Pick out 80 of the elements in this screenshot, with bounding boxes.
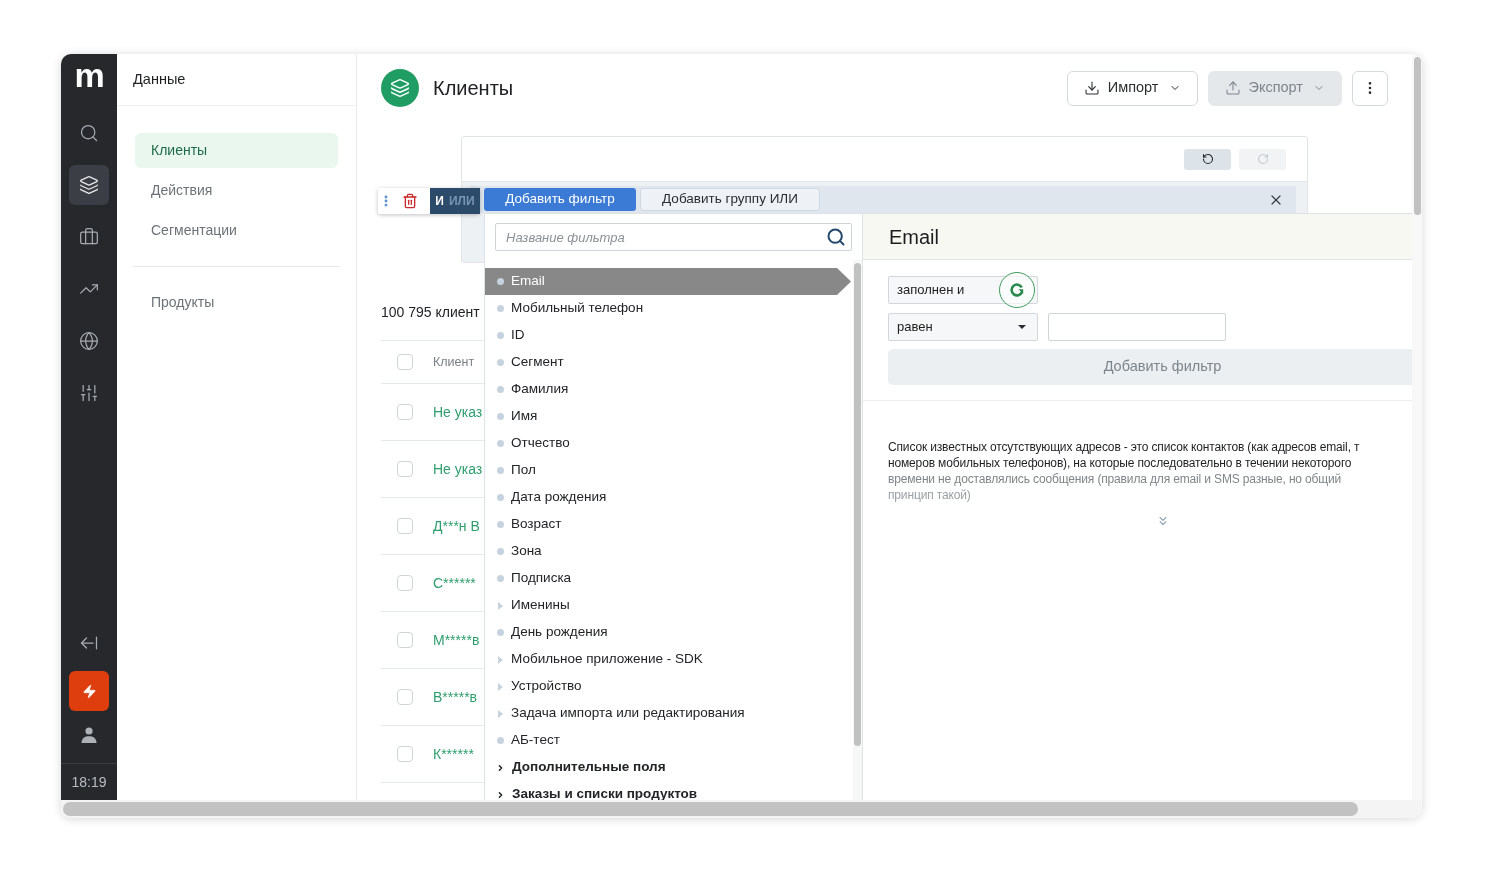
download-icon [1083, 80, 1100, 96]
filter-list-item[interactable]: Устройство [485, 673, 853, 700]
filter-list-item[interactable]: Фамилия [485, 376, 853, 403]
filter-list-item[interactable]: Подписка [485, 565, 853, 592]
globe-icon [79, 331, 99, 351]
scrollbar-thumb[interactable] [854, 263, 861, 746]
trash-icon [402, 193, 418, 209]
checkbox[interactable] [397, 354, 413, 370]
filter-list-item[interactable]: ID [485, 322, 853, 349]
filter-list-item[interactable]: Зона [485, 538, 853, 565]
layers-icon [79, 175, 99, 195]
filter-list-item[interactable]: Возраст [485, 511, 853, 538]
client-name-link[interactable]: С****** [433, 572, 476, 594]
filter-list-item[interactable]: Задача импорта или редактирования [485, 700, 853, 727]
filter-list-item[interactable]: Сегмент [485, 349, 853, 376]
nav-button[interactable] [69, 165, 109, 205]
checkbox[interactable] [397, 518, 413, 534]
column-header: Клиент [433, 353, 475, 371]
triangle-icon [498, 601, 503, 610]
filter-list-item[interactable]: Именины [485, 592, 853, 619]
sliders-icon [79, 383, 99, 403]
checkbox[interactable] [397, 404, 413, 420]
clock-time: 18:19 [71, 772, 107, 792]
lightning-icon [81, 683, 97, 699]
undo-icon [1201, 153, 1214, 165]
briefcase-icon [79, 227, 99, 247]
logic-toggle[interactable]: И ИЛИ [430, 188, 480, 214]
value-input[interactable] [1048, 313, 1226, 341]
filter-list-item[interactable]: Отчество [485, 430, 853, 457]
filter-action-button[interactable]: Добавить фильтр [484, 188, 636, 211]
checkbox[interactable] [397, 575, 413, 591]
checkbox[interactable] [397, 632, 413, 648]
filter-list-item[interactable]: Email [485, 268, 851, 295]
filter-list-item[interactable]: Имя [485, 403, 853, 430]
sidebar-item[interactable]: Действия [135, 173, 338, 208]
search-icon[interactable] [826, 227, 846, 247]
search-field[interactable]: Название фильтра [495, 223, 852, 251]
scrollbar-thumb[interactable] [63, 802, 1358, 816]
filter-list-item[interactable]: День рождения [485, 619, 853, 646]
sidebar-item[interactable]: Сегментации [135, 213, 338, 248]
upload-icon [1224, 80, 1241, 96]
redo-icon [1256, 153, 1269, 165]
user-icon [81, 727, 97, 743]
scrollbar-thumb[interactable] [1413, 57, 1421, 215]
filter-list-item[interactable]: Мобильное приложение - SDK [485, 646, 853, 673]
triangle-icon [498, 682, 503, 691]
layers-badge-icon [381, 69, 419, 107]
sidebar-item[interactable]: Клиенты [135, 133, 338, 168]
operator-select[interactable]: равен [888, 313, 1038, 341]
checkbox[interactable] [397, 689, 413, 705]
filter-list-item[interactable]: АБ-тест [485, 727, 853, 754]
chevron-right-icon [496, 762, 505, 773]
undo-button[interactable] [1184, 148, 1231, 170]
logic-option[interactable]: И [435, 192, 444, 210]
triangle-icon [498, 655, 503, 664]
client-name-link[interactable]: М*****в [433, 629, 480, 651]
checkbox[interactable] [397, 746, 413, 762]
client-name-link[interactable]: Не указ [433, 458, 483, 480]
section-title: Данные [133, 69, 186, 89]
search-icon [79, 123, 99, 143]
detail-title: Email [889, 224, 939, 250]
page-title: Клиенты [433, 76, 514, 101]
client-name-link[interactable]: Не указ [433, 401, 483, 423]
checkbox[interactable] [397, 461, 413, 477]
description-text: Список известных отсутствующих адресов - это список контактов (как адресов email, т номеров мобильных телефонов), на которые последовательно в течении некоторого времени не доставлялись сообщения (правила для email и SMS разные, но общий принцип такой) [888, 439, 1360, 503]
filter-action-button[interactable]: Добавить группу ИЛИ [640, 188, 820, 211]
filter-list-item[interactable]: Пол [485, 457, 853, 484]
client-name-link[interactable]: В*****в [433, 686, 478, 708]
triangle-icon [498, 709, 503, 718]
toolbar-button[interactable]: Импорт [1066, 70, 1198, 106]
sidebar-item[interactable]: Продукты [135, 285, 338, 320]
client-count: 100 795 клиент [381, 303, 480, 322]
lightning-button[interactable] [69, 671, 109, 711]
caret-down-icon [1018, 325, 1026, 329]
filter-list-item[interactable]: Мобильный телефон [485, 295, 853, 322]
logo[interactable]: m [74, 58, 104, 98]
chevron-right-icon [496, 789, 505, 800]
filter-list-item[interactable]: Дополнительные поля [485, 754, 853, 781]
client-name-link[interactable]: К****** [433, 743, 474, 765]
filter-list-item[interactable]: Дата рождения [485, 484, 853, 511]
